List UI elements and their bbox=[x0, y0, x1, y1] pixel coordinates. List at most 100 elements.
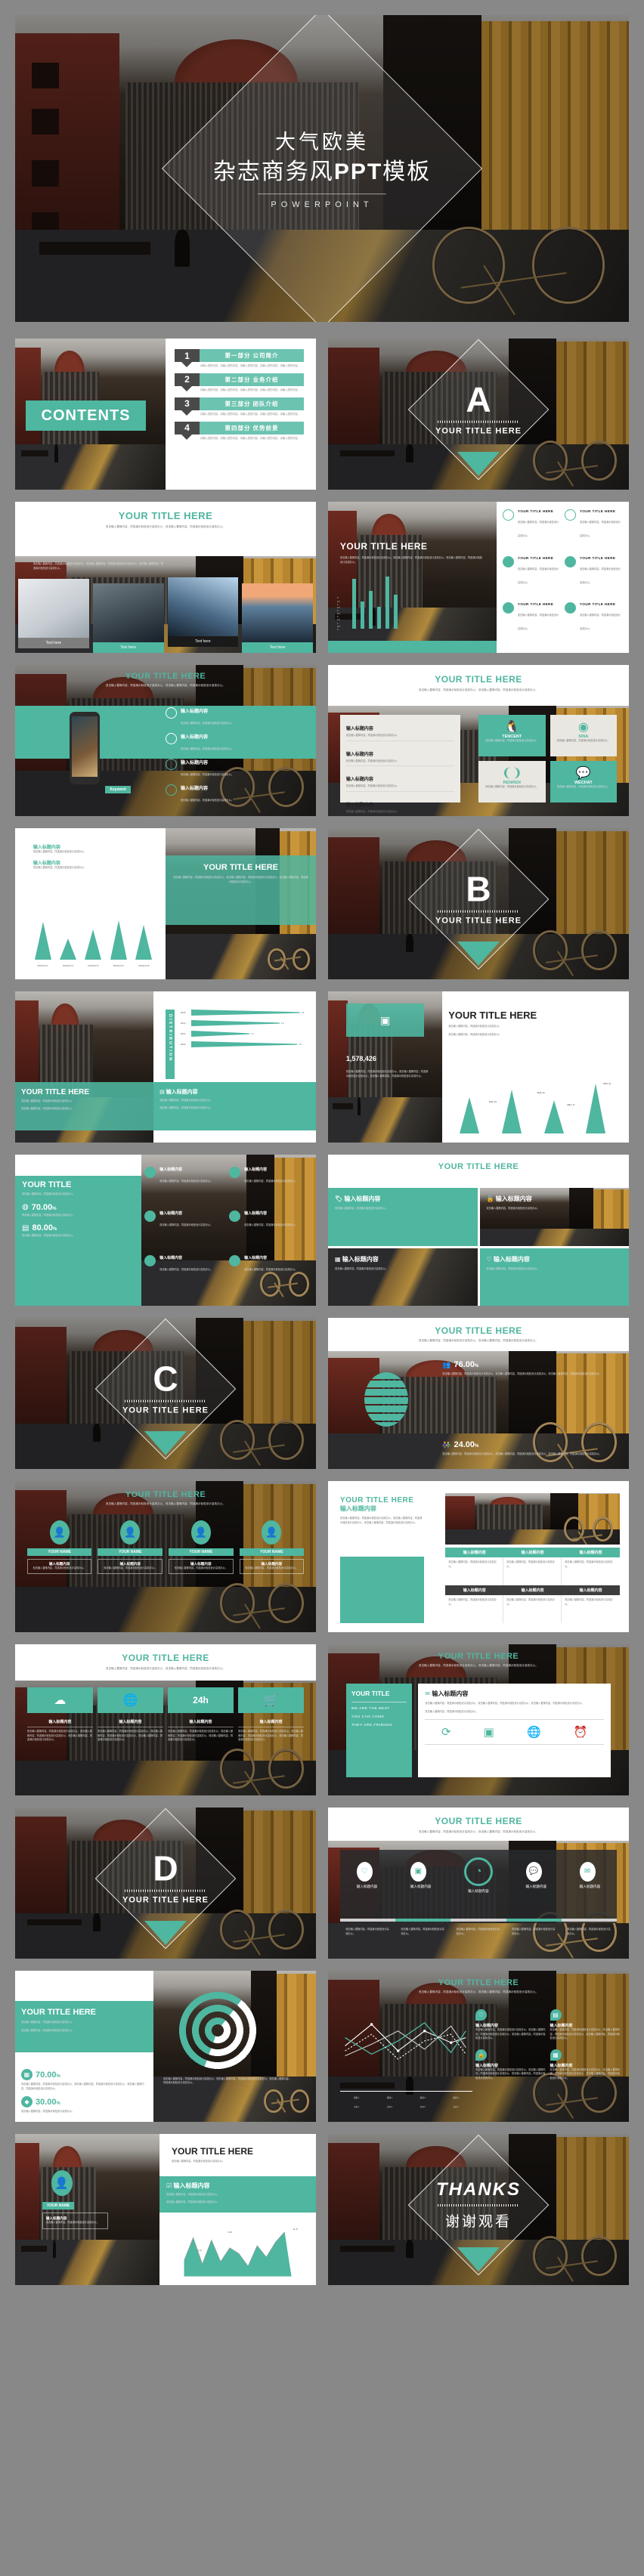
mail-icon[interactable]: ✉ bbox=[579, 1861, 596, 1882]
feature-title: YOUR TITLE HERE bbox=[517, 509, 554, 513]
quadrant-card[interactable]: 🏷 输入标题内容 双击输入替换内容，同选演示轻松设计高效办公。 bbox=[328, 1188, 478, 1246]
chart-section-title: 输入标题内容 bbox=[33, 846, 60, 850]
distribution-caption-left: YOUR TITLE HERE 双击输入替换内容，同选演示轻松设计高效办公。 双… bbox=[15, 1082, 154, 1130]
heart-icon[interactable]: ♡ bbox=[356, 1861, 373, 1882]
contents-item-label[interactable]: 第三部分 团队介绍 bbox=[200, 397, 304, 410]
gauge-icon[interactable]: ◔ bbox=[463, 1857, 493, 1886]
slide-gauge-timeline[interactable]: YOUR TITLE HERE 双击输入替换内容，同选演示轻松设计高效办公，双击输… bbox=[328, 1808, 629, 1959]
slide-distribution[interactable]: DISTRIBUTION 2005 4.5 2004 4.0 2003 2.4 200… bbox=[15, 991, 316, 1143]
area-chart bbox=[184, 2231, 292, 2277]
quadrant-desc: 双击输入替换内容，同选演示轻松设计高效办公。 bbox=[486, 1207, 540, 1210]
contents-item-label[interactable]: 第四部分 优势前景 bbox=[200, 421, 304, 434]
section-title: YOUR TITLE HERE bbox=[435, 426, 522, 436]
stat-value: 70.00% bbox=[31, 1202, 57, 1212]
slide-bignumber-chart[interactable]: ▣ 1,578,426 双击输入替换内容，同选演示轻松设计高效办公，双击输入替换… bbox=[328, 991, 629, 1143]
quadrant-card[interactable]: 🔓 输入标题内容 双击输入替换内容，同选演示轻松设计高效办公。 bbox=[479, 1188, 629, 1246]
slide-quadrants[interactable]: YOUR TITLE HERE 🏷 输入标题内容 双击输入替换内容，同选演示轻松设… bbox=[328, 1155, 629, 1306]
table-header-cell: 输入标题内容 bbox=[445, 1585, 504, 1595]
chart-legend: 系列 1 系列 2 系列 3 系列 4 bbox=[354, 2106, 459, 2108]
contents-item-label[interactable]: 第一部分 公司简介 bbox=[200, 349, 304, 362]
bar-chart-icon: ▦ bbox=[335, 1255, 341, 1263]
slide-slogan[interactable]: YOUR TITLE HERE 双击输入替换内容，同选演示轻松设计高效办公，双击输… bbox=[328, 1644, 629, 1795]
quadrant-card[interactable]: ♡ 输入标题内容 双击输入替换内容，同选演示轻松设计高效办公。 bbox=[479, 1248, 629, 1306]
globe-icon: 🌐 bbox=[97, 1687, 163, 1714]
thumbnail-caption[interactable]: Text here bbox=[18, 638, 89, 648]
slide-phone-mockup[interactable]: YOUR TITLE HERE 双击输入替换内容，同选演示轻松设计高效办公，双击输… bbox=[15, 665, 316, 816]
slide-thanks[interactable]: THANKS 谢谢观看 bbox=[328, 2134, 629, 2285]
icon-tile[interactable]: 🛒 输入标题内容 双击输入替换内容，同选演示轻松设计高效办公，双击输入替换内容，同选… bbox=[238, 1687, 305, 1743]
qq-penguin-icon: 🐧 bbox=[504, 721, 520, 734]
timeline-desc: 双击输入替换内容，同选演示轻松设计高效办公。 bbox=[401, 1928, 444, 1936]
camera-icon[interactable]: ▣ bbox=[484, 1725, 494, 1739]
social-desc: 双击输入替换内容，同选演示轻松设计高效办公。 bbox=[485, 785, 539, 788]
slide-section-b[interactable]: B YOUR TITLE HERE bbox=[328, 828, 629, 979]
table-header-cell: 输入标题内容 bbox=[503, 1548, 562, 1557]
social-card[interactable]: ❨❩ RENREN 双击输入替换内容，同选演示轻松设计高效办公。 bbox=[478, 761, 546, 802]
feature-grid: ♡ 输入标题内容 双击输入替换内容，同选演示轻松设计高效办公，双击输入替换内容，同选… bbox=[475, 2007, 620, 2081]
page-body: 双击输入替换内容，同选演示轻松设计高效办公。 bbox=[22, 1192, 76, 1195]
team-member[interactable]: 👤 YOUR NAME 输入标题内容 双击输入替换内容，同选演示轻松设计高效办公。 bbox=[26, 1520, 92, 1574]
thumbnail-item: Text here bbox=[92, 583, 164, 653]
stats-panel: YOUR TITLE 双击输入替换内容，同选演示轻松设计高效办公。 ◍ 70.00… bbox=[15, 1176, 142, 1306]
thumbnail-caption[interactable]: Text here bbox=[92, 642, 164, 653]
slide-table[interactable]: YOUR TITLE HERE 输入标题内容 双击输入替换内容，同选演示轻松设计… bbox=[328, 1481, 629, 1632]
icon-tile[interactable]: 🌐 输入标题内容 双击输入替换内容，同选演示轻松设计高效办公，双击输入替换内容，同选… bbox=[97, 1687, 163, 1743]
slide-photo-gallery[interactable]: YOUR TITLE HERE 双击输入替换内容，同选演示轻松设计高效办公，双击… bbox=[15, 502, 316, 653]
social-card[interactable]: 🐧 TENCENT 双击输入替换内容，同选演示轻松设计高效办公。 bbox=[478, 715, 546, 756]
section-triangle-icon bbox=[457, 452, 500, 476]
section-rule bbox=[438, 420, 519, 423]
page-body: 双击输入替换内容，同选演示轻松设计高效办公。 bbox=[159, 1099, 213, 1102]
hero-slide[interactable]: 大气欧美 杂志商务风PPT模板 POWERPOINT bbox=[15, 15, 629, 322]
member-desc: 双击输入替换内容，同选演示轻松设计高效办公。 bbox=[245, 1566, 299, 1569]
phone-mockup bbox=[69, 712, 100, 784]
slide-section-a[interactable]: A YOUR TITLE HERE bbox=[328, 339, 629, 490]
team-member[interactable]: 👤 YOUR NAME 输入标题内容 双击输入替换内容，同选演示轻松设计高效办公。 bbox=[239, 1520, 305, 1574]
feature-item: 输入标题内容 双击输入替换内容，同选演示轻松设计高效办公。 bbox=[229, 1254, 310, 1294]
slide-product-chart[interactable]: 输入标题内容 双击输入替换内容，同选演示轻松设计高效办公。 输入标题内容 双击输… bbox=[15, 828, 316, 979]
datapoint-label: 12, 17 bbox=[293, 2228, 299, 2231]
camera-icon[interactable]: ▣ bbox=[410, 1861, 426, 1882]
slide-line-chart-features[interactable]: YOUR TITLE HERE 双击输入替换内容，同选演示轻松设计高效办公，双击输… bbox=[328, 1971, 629, 2122]
slide-section-c[interactable]: C YOUR TITLE HERE bbox=[15, 1318, 316, 1469]
slide-stats-icons[interactable]: YOUR TITLE 双击输入替换内容，同选演示轻松设计高效办公。 ◍ 70.00… bbox=[15, 1155, 316, 1306]
table-cell: 双击输入替换内容，同选演示轻松设计高效办公。 bbox=[445, 1595, 504, 1623]
slide-wifi-stats[interactable]: YOUR TITLE HERE 双击输入替换内容，同选演示轻松设计高效办公。 双… bbox=[15, 1971, 316, 2122]
page-body: 双击输入替换内容，同选演示轻松设计高效办公。 bbox=[448, 1032, 502, 1036]
tile-desc: 双击输入替换内容，同选演示轻松设计高效办公，双击输入替换内容，同选演示轻松设计高… bbox=[168, 1730, 234, 1742]
slide-contents[interactable]: CONTENTS 1 第一部分 公司简介 请输入您的内容，请输入您的内容，请输入您的… bbox=[15, 339, 316, 490]
keyword-badge[interactable]: Keyword bbox=[105, 786, 131, 793]
table-cell: 双击输入替换内容，同选演示轻松设计高效办公。 bbox=[445, 1557, 504, 1585]
chat-bubble-icon[interactable]: 💬 bbox=[525, 1861, 542, 1882]
team-member[interactable]: 👤 YOUR NAME 输入标题内容 双击输入替换内容，同选演示轻松设计高效办公。 bbox=[169, 1520, 234, 1574]
page-title: YOUR TITLE HERE bbox=[118, 510, 213, 521]
team-member[interactable]: 👤 YOUR NAME 输入标题内容 双击输入替换内容，同选演示轻松设计高效办公。 bbox=[98, 1520, 163, 1574]
alarm-clock-icon[interactable]: ⏰ bbox=[574, 1725, 588, 1739]
thumbnail-caption[interactable]: Text here bbox=[167, 636, 239, 647]
icon-tile[interactable]: 24h 输入标题内容 双击输入替换内容，同选演示轻松设计高效办公，双击输入替换内容，… bbox=[168, 1687, 234, 1743]
stat-desc: 双击输入替换内容，同选演示轻松设计高效办公，双击输入替换内容，同选演示轻松设计高… bbox=[20, 2083, 144, 2090]
contents-item-desc: 请输入您的内容，请输入您的内容，请输入您的内容，请输入您的内容，请输入您的内容。 bbox=[200, 364, 300, 367]
refresh-cloud-icon[interactable]: ⟳ bbox=[441, 1725, 451, 1739]
datapoint-label: 3, 25 bbox=[228, 2231, 232, 2234]
stat-desc: 双击输入替换内容，同选演示轻松设计高效办公。 bbox=[22, 1234, 76, 1238]
icon-tile[interactable]: ☁ 输入标题内容 双击输入替换内容，同选演示轻松设计高效办公，双击输入替换内容，同选… bbox=[26, 1687, 93, 1743]
contents-item-label[interactable]: 第二部分 业务介绍 bbox=[200, 373, 304, 386]
timeline-label: 输入标题内容 bbox=[525, 1884, 547, 1888]
wifi-caption: 双击输入替换内容，同选演示轻松设计高效办公，双击输入替换内容，同选演示轻松设计高… bbox=[163, 2077, 291, 2085]
page-subtitle: 双击输入替换内容，同选演示轻松设计高效办公，双击输入替换内容，同选演示轻松设计高… bbox=[106, 684, 225, 687]
slide-social-platforms[interactable]: YOUR TITLE HERE 双击输入替换内容，同选演示轻松设计高效办公，双击输… bbox=[328, 665, 629, 816]
slide-profile-area-chart[interactable]: 👤 YOUR NAME 输入标题内容 双击输入替换内容，同选演示轻松设计高效办公… bbox=[15, 2134, 316, 2285]
thumbnail-caption[interactable]: Text here bbox=[242, 642, 313, 653]
quadrant-card[interactable]: ▦ 输入标题内容 双击输入替换内容，同选演示轻松设计高效办公。 bbox=[328, 1248, 478, 1306]
social-desc: 双击输入替换内容，同选演示轻松设计高效办公。 bbox=[485, 739, 539, 742]
globe-icon[interactable]: 🌐 bbox=[527, 1725, 541, 1739]
slide-section-d[interactable]: D YOUR TITLE HERE bbox=[15, 1808, 316, 1959]
slide-bar-chart-features[interactable]: YOUR TITLE HERE 双击输入替换内容，同选演示轻松设计高效办公，双击… bbox=[328, 502, 629, 653]
slide-team[interactable]: YOUR TITLE HERE 双击输入替换内容，同选演示轻松设计高效办公，双击输… bbox=[15, 1481, 316, 1632]
table-cell: 双击输入替换内容，同选演示轻松设计高效办公。 bbox=[503, 1557, 562, 1585]
feature-desc: 双击输入替换内容，同选演示轻松设计高效办公。 bbox=[517, 521, 559, 537]
social-card[interactable]: ◉ SINA 双击输入替换内容，同选演示轻松设计高效办公。 bbox=[550, 715, 618, 756]
social-card[interactable]: 💬 WECHAT 双击输入替换内容，同选演示轻松设计高效办公。 bbox=[550, 761, 618, 802]
slide-globe-stats[interactable]: YOUR TITLE HERE 双击输入替换内容，同选演示轻松设计高效办公，双击输… bbox=[328, 1318, 629, 1469]
slide-icon-tiles[interactable]: YOUR TITLE HERE 双击输入替换内容，同选演示轻松设计高效办公，双击输… bbox=[15, 1644, 316, 1795]
